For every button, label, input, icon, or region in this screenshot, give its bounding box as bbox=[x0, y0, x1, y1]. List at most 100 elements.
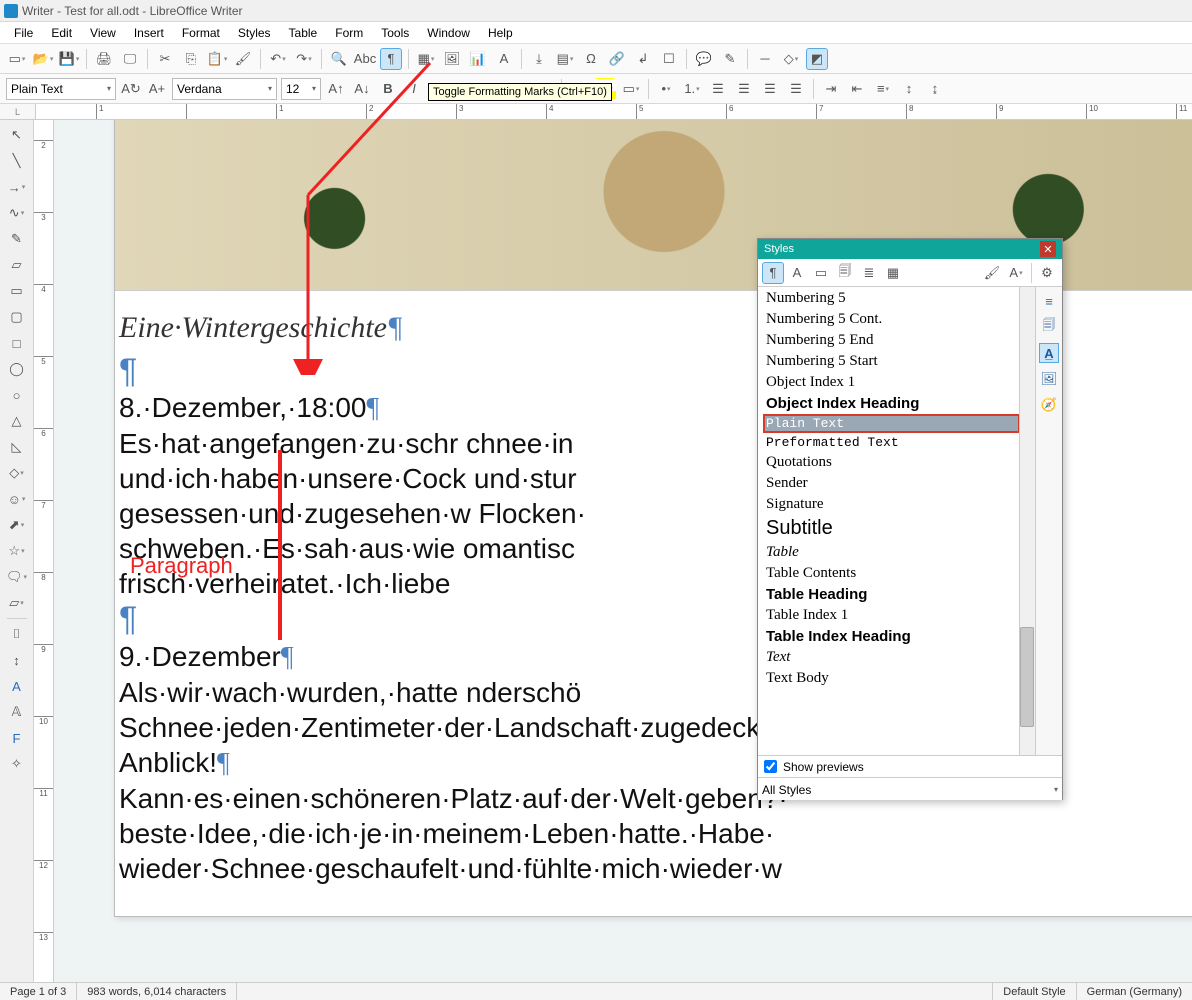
style-item[interactable]: Table Index Heading bbox=[764, 627, 1019, 646]
grow-font-btn[interactable]: A↑ bbox=[325, 78, 347, 100]
properties-tab-icon[interactable]: ≡ bbox=[1039, 291, 1059, 311]
bookmark-btn[interactable]: ☐ bbox=[658, 48, 680, 70]
insert-chart-btn[interactable]: 📊 bbox=[467, 48, 489, 70]
paragraph-styles-tab[interactable]: ¶ bbox=[762, 262, 784, 284]
comment-btn[interactable]: 💬 bbox=[693, 48, 715, 70]
menu-styles[interactable]: Styles bbox=[230, 24, 279, 42]
new-style-btn[interactable]: A+ bbox=[146, 78, 168, 100]
font-name-combo[interactable]: Verdana bbox=[172, 78, 277, 100]
align-justify-btn[interactable]: ☰ bbox=[785, 78, 807, 100]
undo-button[interactable]: ↶ bbox=[267, 48, 289, 70]
print-preview-button[interactable]: 🖵 bbox=[119, 48, 141, 70]
horizontal-ruler[interactable]: 11234567891011 bbox=[36, 104, 1192, 119]
styles-panel-titlebar[interactable]: Styles ✕ bbox=[758, 239, 1062, 259]
menu-edit[interactable]: Edit bbox=[43, 24, 80, 42]
line-tool[interactable]: ╲ bbox=[6, 150, 28, 172]
para-spacing-inc-btn[interactable]: ↕ bbox=[898, 78, 920, 100]
status-wordcount[interactable]: 983 words, 6,014 characters bbox=[77, 983, 237, 1000]
close-icon[interactable]: ✕ bbox=[1040, 241, 1056, 257]
square-tool[interactable]: □ bbox=[6, 332, 28, 354]
cut-button[interactable]: ✂ bbox=[154, 48, 176, 70]
shrink-font-btn[interactable]: A↓ bbox=[351, 78, 373, 100]
indent-dec-btn[interactable]: ⇤ bbox=[846, 78, 868, 100]
style-item[interactable]: Subtitle bbox=[764, 516, 1019, 541]
star-shapes-tool[interactable]: ☆ bbox=[6, 540, 28, 562]
redo-button[interactable]: ↷ bbox=[293, 48, 315, 70]
italic-btn[interactable]: I bbox=[403, 78, 425, 100]
frame-styles-tab[interactable]: ▭ bbox=[810, 262, 832, 284]
settings-icon[interactable]: ⚙ bbox=[1036, 262, 1058, 284]
vertical-ruler[interactable]: 2345678910111213 bbox=[34, 120, 54, 982]
styles-panel[interactable]: Styles ✕ ¶ A ▭ 🗐 ≣ ▦ 🖌 A ⚙ Numbering 5Nu… bbox=[757, 238, 1063, 800]
style-item[interactable]: Signature bbox=[764, 495, 1019, 514]
page-tab-icon[interactable]: 🗐 bbox=[1039, 317, 1059, 337]
menu-file[interactable]: File bbox=[6, 24, 41, 42]
rect-tool[interactable]: ▭ bbox=[6, 280, 28, 302]
new-style-from-sel-btn[interactable]: A bbox=[1005, 262, 1027, 284]
page-styles-tab[interactable]: 🗐 bbox=[834, 262, 856, 284]
footnote-btn[interactable]: ↲ bbox=[632, 48, 654, 70]
page-break-btn[interactable]: ⤓ bbox=[528, 48, 550, 70]
hyperlink-btn[interactable]: 🔗 bbox=[606, 48, 628, 70]
menu-table[interactable]: Table bbox=[281, 24, 326, 42]
fontwork-tool[interactable]: 𝔸 bbox=[6, 701, 28, 723]
styles-tab-icon[interactable]: A̲ bbox=[1039, 343, 1059, 363]
style-item[interactable]: Text Body bbox=[764, 669, 1019, 688]
para-spacing-dec-btn[interactable]: ↨ bbox=[924, 78, 946, 100]
ellipse-tool[interactable]: ◯ bbox=[6, 358, 28, 380]
menu-help[interactable]: Help bbox=[480, 24, 521, 42]
polygon-tool[interactable]: ▱ bbox=[6, 254, 28, 276]
basic-shapes-tool[interactable]: ◇ bbox=[6, 462, 28, 484]
navigator-tab-icon[interactable]: 🧭 bbox=[1039, 395, 1059, 415]
arrow-shapes-tool[interactable]: ⬈ bbox=[6, 514, 28, 536]
flowchart-shapes-tool[interactable]: ▱ bbox=[6, 592, 28, 614]
callout-shapes-tool[interactable]: 🗨 bbox=[6, 566, 28, 588]
insert-table-btn[interactable]: ▦ bbox=[415, 48, 437, 70]
freeform-tool[interactable]: ✎ bbox=[6, 228, 28, 250]
draw-functions-btn[interactable]: ◩ bbox=[806, 48, 828, 70]
arrow-line-tool[interactable]: → bbox=[6, 176, 28, 198]
insert-textbox-btn[interactable]: A bbox=[493, 48, 515, 70]
style-item[interactable]: Numbering 5 Cont. bbox=[764, 310, 1019, 329]
align-left-btn[interactable]: ☰ bbox=[707, 78, 729, 100]
track-changes-btn[interactable]: ✎ bbox=[719, 48, 741, 70]
caption-tool[interactable]: ⌷ bbox=[6, 623, 28, 645]
status-language[interactable]: German (Germany) bbox=[1077, 983, 1192, 1000]
menu-window[interactable]: Window bbox=[419, 24, 478, 42]
find-button[interactable]: 🔍 bbox=[328, 48, 350, 70]
font-size-combo[interactable]: 12 bbox=[281, 78, 321, 100]
style-item[interactable]: Numbering 5 Start bbox=[764, 352, 1019, 371]
style-item[interactable]: Sender bbox=[764, 474, 1019, 493]
align-center-btn[interactable]: ☰ bbox=[733, 78, 755, 100]
new-button[interactable]: ▭ bbox=[6, 48, 28, 70]
paste-button[interactable]: 📋 bbox=[206, 48, 228, 70]
menu-tools[interactable]: Tools bbox=[373, 24, 417, 42]
style-item[interactable]: Table bbox=[764, 543, 1019, 562]
copy-button[interactable]: ⎘ bbox=[180, 48, 202, 70]
format-paintbrush-button[interactable]: 🖌 bbox=[232, 48, 254, 70]
spellcheck-button[interactable]: Abc bbox=[354, 48, 376, 70]
style-item[interactable]: Plain Text bbox=[764, 415, 1019, 432]
menu-view[interactable]: View bbox=[82, 24, 124, 42]
symbol-shapes-tool[interactable]: ☺ bbox=[6, 488, 28, 510]
line-spacing-btn[interactable]: ≡ bbox=[872, 78, 894, 100]
style-item[interactable]: Table Index 1 bbox=[764, 606, 1019, 625]
style-item[interactable]: Numbering 5 bbox=[764, 289, 1019, 308]
triangle-tool[interactable]: △ bbox=[6, 410, 28, 432]
print-button[interactable]: 🖨 bbox=[93, 48, 115, 70]
image-frame-tool[interactable]: F bbox=[6, 727, 28, 749]
shapes-btn[interactable]: ◇ bbox=[780, 48, 802, 70]
formatting-marks-button[interactable]: ¶ bbox=[380, 48, 402, 70]
show-previews-checkbox[interactable] bbox=[764, 760, 777, 773]
insert-image-btn[interactable]: 🖼 bbox=[441, 48, 463, 70]
points-edit-tool[interactable]: ✧ bbox=[6, 753, 28, 775]
line-btn[interactable]: ─ bbox=[754, 48, 776, 70]
list-styles-tab[interactable]: ≣ bbox=[858, 262, 880, 284]
rounded-rect-tool[interactable]: ▢ bbox=[6, 306, 28, 328]
vertical-text-tool[interactable]: ↕ bbox=[6, 649, 28, 671]
scroll-thumb[interactable] bbox=[1020, 627, 1034, 727]
styles-filter-combo[interactable]: All Styles bbox=[758, 778, 1062, 800]
circle-tool[interactable]: ○ bbox=[6, 384, 28, 406]
save-button[interactable]: 💾 bbox=[58, 48, 80, 70]
open-button[interactable]: 📂 bbox=[32, 48, 54, 70]
